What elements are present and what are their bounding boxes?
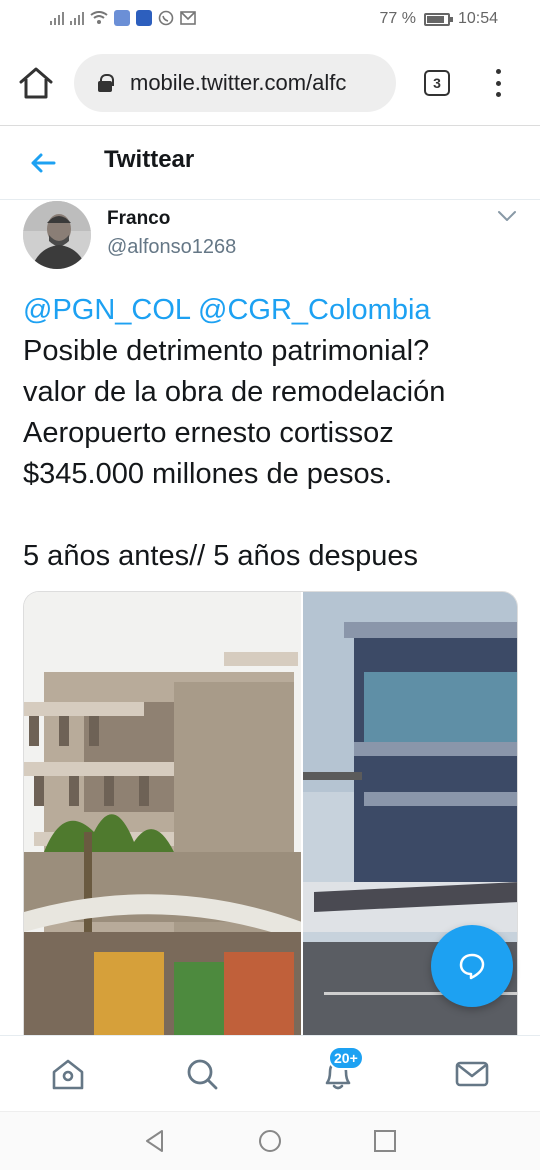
chevron-down-icon[interactable] [496, 208, 518, 224]
battery-percent: 77 % [379, 10, 416, 27]
page-title: Twittear [104, 146, 195, 173]
reply-bubble-icon [459, 953, 485, 980]
home-icon[interactable] [50, 1056, 86, 1092]
status-right: 77 % 10:54 [379, 10, 498, 28]
system-home-icon[interactable] [257, 1128, 283, 1154]
signal-icon [50, 11, 64, 25]
whatsapp-icon [158, 10, 174, 26]
browser-toolbar: mobile.twitter.com/alfc 3 [0, 40, 540, 126]
tweet-line: valor de la obra de remodelación [23, 376, 446, 408]
app-notification-icon [114, 10, 130, 26]
system-recents-icon[interactable] [372, 1128, 398, 1154]
tweet-line: Posible detrimento patrimonial? [23, 335, 430, 367]
clock: 10:54 [457, 10, 498, 27]
tweet-line: $345.000 millones de pesos. [23, 458, 393, 490]
gmail-icon [180, 11, 196, 25]
messages-icon[interactable] [454, 1056, 490, 1092]
tweet-line: 5 años antes// 5 años despues [23, 540, 419, 572]
status-icons [50, 10, 196, 26]
search-icon[interactable] [184, 1056, 220, 1092]
avatar[interactable] [23, 201, 91, 269]
back-arrow-icon[interactable] [28, 148, 58, 178]
vpn-icon [136, 10, 152, 26]
tweet-text: @PGN_COL @CGR_Colombia Posible detriment… [23, 290, 523, 577]
notifications-badge: 20+ [328, 1046, 364, 1070]
browser-home-icon[interactable] [18, 66, 54, 100]
status-bar: 77 % 10:54 [0, 0, 540, 40]
mention-link[interactable]: @PGN_COL [23, 294, 190, 326]
author-name[interactable]: Franco [107, 208, 170, 230]
twitter-header: Twittear [0, 126, 540, 200]
bottom-nav [0, 1035, 540, 1111]
address-bar[interactable]: mobile.twitter.com/alfc [74, 54, 396, 112]
tweet-mentions-line: @PGN_COL @CGR_Colombia [23, 290, 523, 331]
author-handle[interactable]: @alfonso1268 [107, 236, 236, 259]
url-text: mobile.twitter.com/alfc [130, 70, 347, 95]
lock-icon [98, 74, 114, 92]
system-back-icon[interactable] [142, 1128, 168, 1154]
tab-switcher-button[interactable]: 3 [424, 70, 450, 96]
browser-menu-button[interactable] [486, 66, 510, 100]
tweet-line: Aeropuerto ernesto cortissoz [23, 417, 394, 449]
reply-fab[interactable] [431, 925, 513, 1007]
system-navigation-bar [0, 1111, 540, 1170]
signal-icon-2 [70, 11, 84, 25]
mention-link[interactable]: @CGR_Colombia [198, 294, 431, 326]
wifi-icon [90, 11, 108, 24]
battery-icon [423, 12, 453, 26]
